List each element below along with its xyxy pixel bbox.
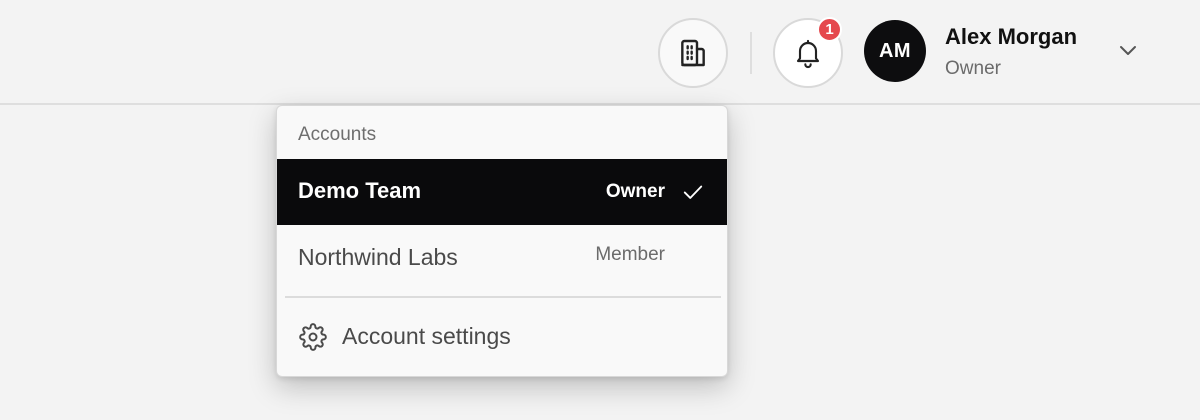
header-divider [750,32,752,74]
account-item-demo-team[interactable]: Demo Team Owner [277,159,727,225]
account-name: Demo Team [298,178,422,203]
dropdown-divider [285,296,721,298]
account-role: Owner [605,181,665,202]
account-switcher-dropdown: Accounts Demo Team Owner Northwind Labs … [276,105,728,377]
chevron-down-icon [1120,46,1136,55]
user-menu-trigger[interactable]: AM Alex Morgan Owner [862,20,1152,90]
top-bar: 1 AM Alex Morgan Owner [0,0,1200,105]
avatar: AM [864,20,926,82]
account-settings-label: Account settings [342,323,511,349]
user-role: Owner [945,58,1001,79]
account-item-northwind-labs[interactable]: Northwind Labs Member [277,225,727,291]
checkmark-icon [683,185,703,199]
organization-button[interactable] [658,18,728,88]
building-icon [681,39,705,67]
bell-icon [796,39,820,68]
dropdown-header: Accounts [298,124,377,145]
account-name: Northwind Labs [298,244,458,270]
user-name: Alex Morgan [945,24,1078,49]
notification-count-badge: 1 [817,17,842,42]
account-settings-button[interactable]: Account settings [277,306,727,368]
account-role: Member [595,244,665,265]
gear-icon [299,323,327,351]
